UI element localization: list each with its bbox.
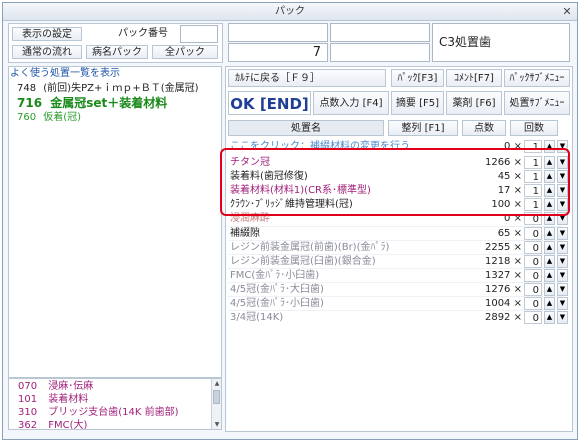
treatment-sub-menu-button[interactable]: 処置ｻﾌﾞﾒﾆｭｰ [504, 91, 570, 115]
comment-f7-button[interactable]: ｺﾒﾝﾄ[F7] [446, 69, 502, 87]
list-item-selected[interactable]: 716 金属冠set＋装着材料 [8, 96, 222, 111]
decrement-icon[interactable]: ▼ [557, 255, 568, 268]
list-item-label: 浸麻･伝麻 [48, 381, 94, 392]
back-to-karte-button[interactable]: ｶﾙﾃに戻る［Ｆ９］ [228, 69, 386, 87]
info-field-2 [330, 23, 430, 42]
scroll-up-icon[interactable]: ▲ [212, 379, 221, 389]
row-count[interactable]: 0 [524, 269, 542, 282]
info-field-4: 7 [228, 43, 328, 62]
increment-icon[interactable]: ▲ [544, 297, 555, 310]
decrement-icon[interactable]: ▼ [557, 297, 568, 310]
row-name: 4/5冠(金ﾊﾟﾗ･大臼歯) [230, 284, 324, 295]
row-count[interactable]: 0 [524, 283, 542, 296]
list-item-code: 101 [18, 394, 38, 405]
list-item[interactable]: 748 (前回)失PZ+ｉｍｐ+ＢＴ(金属冠) [8, 82, 222, 95]
table-row[interactable]: FMC(金ﾊﾟﾗ･小臼歯) 1327 × 0 ▲ ▼ [228, 268, 568, 282]
increment-icon[interactable]: ▲ [544, 227, 555, 240]
drug-f6-button[interactable]: 薬剤 [F6] [446, 91, 502, 115]
row-points: 1327 × [484, 270, 522, 281]
table-row[interactable]: 4/5冠(金ﾊﾟﾗ･小臼歯) 1004 × 0 ▲ ▼ [228, 296, 568, 310]
pack-number-input[interactable] [180, 25, 218, 43]
increment-icon[interactable]: ▲ [544, 241, 555, 254]
list-item-label: ブリッジ支台歯(14K 前歯部) [48, 407, 179, 418]
list-item[interactable]: 101 装着材料 [9, 393, 221, 406]
column-header-count[interactable]: 回数 [510, 120, 558, 136]
pack-sub-menu-button[interactable]: ﾊﾟｯｸｻﾌﾞﾒﾆｭｰ [504, 69, 570, 87]
title-bar: パック ✕ [3, 3, 577, 21]
ok-end-button[interactable]: OK [END] [228, 91, 311, 115]
summary-f5-button[interactable]: 摘要 [F5] [391, 91, 444, 115]
category-list-panel: 070 浸麻･伝麻 101 装着材料 310 ブリッジ支台歯(14K 前歯部) … [8, 378, 222, 430]
table-row[interactable]: 3/4冠(14K) 2892 × 0 ▲ ▼ [228, 310, 568, 324]
decrement-icon[interactable]: ▼ [557, 311, 568, 324]
row-count[interactable]: 0 [524, 241, 542, 254]
decrement-icon[interactable]: ▼ [557, 227, 568, 240]
row-count[interactable]: 0 [524, 227, 542, 240]
scroll-thumb[interactable] [213, 390, 220, 404]
frequent-list-header[interactable]: よく使う処置一覧を表示 [10, 67, 210, 80]
selection-highlight [220, 148, 570, 216]
row-name: FMC(金ﾊﾟﾗ･小臼歯) [230, 270, 320, 281]
list-item-code: 362 [18, 420, 38, 430]
increment-icon[interactable]: ▲ [544, 255, 555, 268]
row-points: 2892 × [484, 312, 522, 323]
increment-icon[interactable]: ▲ [544, 283, 555, 296]
sort-f1-button[interactable]: 整列 [F1] [388, 120, 458, 136]
column-header-name[interactable]: 処置名 [228, 120, 384, 136]
category-list-scrollbar[interactable]: ▲ ▼ [211, 379, 221, 429]
list-item-code: 760 [17, 112, 37, 123]
points-input-f4-button[interactable]: 点数入力 [F4] [313, 91, 389, 115]
frequent-list: 748 (前回)失PZ+ｉｍｐ+ＢＴ(金属冠) 716 金属冠set＋装着材料 … [8, 82, 222, 126]
scroll-down-icon[interactable]: ▼ [212, 420, 221, 429]
info-field-5 [330, 43, 430, 62]
list-item[interactable]: 362 FMC(大) [9, 419, 221, 430]
info-field-1 [228, 23, 328, 42]
row-name: 4/5冠(金ﾊﾟﾗ･小臼歯) [230, 298, 324, 309]
close-icon[interactable]: ✕ [561, 6, 573, 18]
normal-flow-button[interactable]: 通常の流れ [12, 45, 82, 59]
row-points: 65 × [497, 228, 522, 239]
table-row[interactable]: 補綴隙 65 × 0 ▲ ▼ [228, 226, 568, 240]
row-count[interactable]: 0 [524, 311, 542, 324]
table-row[interactable]: レジン前装金属冠(臼歯)(銀合金) 1218 × 0 ▲ ▼ [228, 254, 568, 268]
decrement-icon[interactable]: ▼ [557, 283, 568, 296]
table-row[interactable]: レジン前装金属冠(前歯)(Br)(金ﾊﾟﾗ) 2255 × 0 ▲ ▼ [228, 240, 568, 254]
list-item[interactable]: 310 ブリッジ支台歯(14K 前歯部) [9, 406, 221, 419]
list-item-label: 金属冠set＋装着材料 [50, 96, 168, 110]
decrement-icon[interactable]: ▼ [557, 269, 568, 282]
list-item-code: 070 [18, 381, 38, 392]
list-item-code: 748 [17, 83, 37, 94]
list-item-label: FMC(大) [48, 420, 88, 430]
tooth-info-field: C3処置歯 [432, 23, 570, 62]
table-row[interactable]: 4/5冠(金ﾊﾟﾗ･大臼歯) 1276 × 0 ▲ ▼ [228, 282, 568, 296]
disease-pack-button[interactable]: 病名パック [86, 45, 148, 59]
list-item-label: 仮着(冠) [43, 112, 82, 123]
row-points: 2255 × [484, 242, 522, 253]
list-item-code: 310 [18, 407, 38, 418]
increment-icon[interactable]: ▲ [544, 311, 555, 324]
row-name: 補綴隙 [230, 228, 260, 239]
row-name: 3/4冠(14K) [230, 312, 284, 323]
row-name: レジン前装金属冠(前歯)(Br)(金ﾊﾟﾗ) [230, 242, 390, 253]
all-pack-button[interactable]: 全パック [152, 45, 218, 59]
display-settings-button[interactable]: 表示の設定 [12, 27, 82, 41]
list-item-label: 装着材料 [48, 394, 89, 405]
pack-number-label: パック番号 [118, 28, 168, 39]
decrement-icon[interactable]: ▼ [557, 241, 568, 254]
window-title: パック [275, 6, 305, 17]
list-item-label: (前回)失PZ+ｉｍｐ+ＢＴ(金属冠) [43, 83, 199, 94]
row-points: 1276 × [484, 284, 522, 295]
row-points: 1218 × [484, 256, 522, 267]
increment-icon[interactable]: ▲ [544, 269, 555, 282]
row-count[interactable]: 0 [524, 297, 542, 310]
pack-f3-button[interactable]: ﾊﾟｯｸ[F3] [391, 69, 444, 87]
list-item[interactable]: 760 仮着(冠) [8, 111, 222, 124]
column-header-points[interactable]: 点数 [462, 120, 506, 136]
list-item[interactable]: 070 浸麻･伝麻 [9, 380, 221, 393]
row-points: 1004 × [484, 298, 522, 309]
list-item-code: 716 [17, 96, 43, 110]
row-name: レジン前装金属冠(臼歯)(銀合金) [230, 256, 376, 267]
row-count[interactable]: 0 [524, 255, 542, 268]
